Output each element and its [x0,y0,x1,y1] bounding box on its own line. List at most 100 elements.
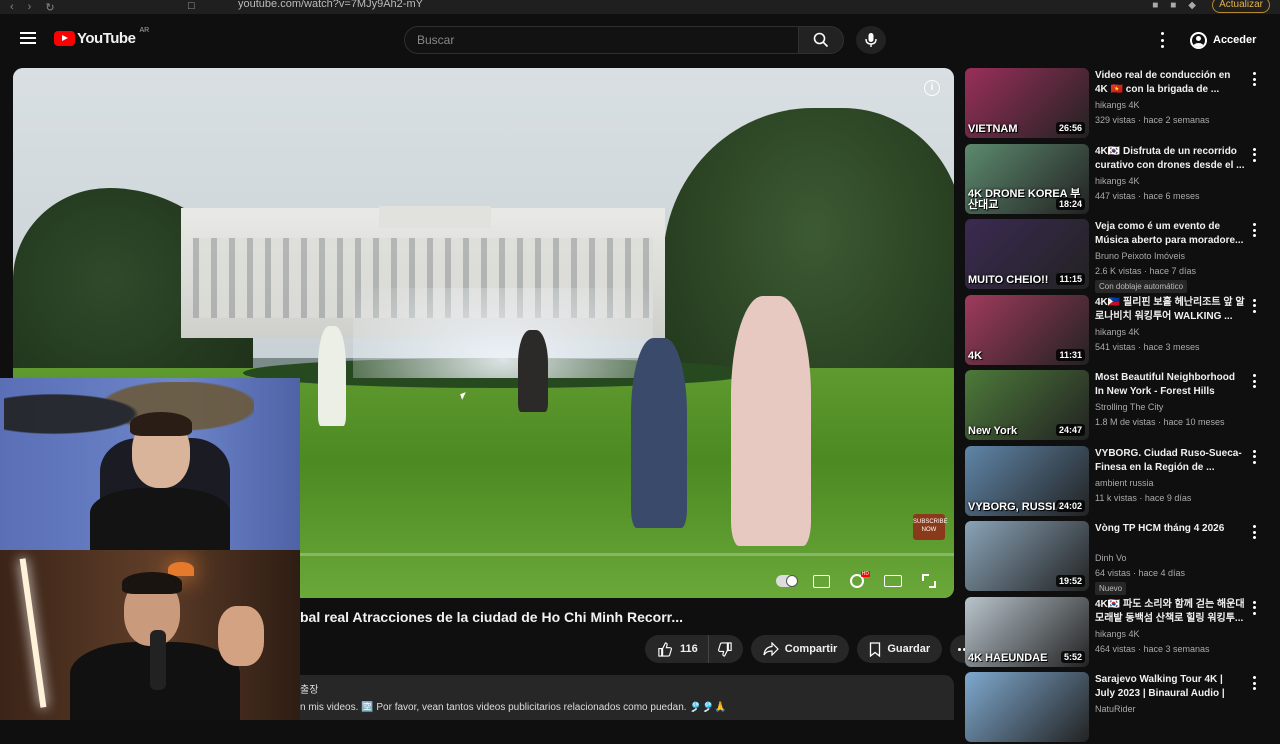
recommendation-title[interactable]: 4K🇰🇷 Disfruta de un recorrido curativo c… [1095,145,1245,173]
channel-name[interactable]: Strolling The City [1095,402,1163,412]
more-options-icon[interactable] [1252,600,1256,615]
view-meta: 329 vistas · hace 2 semanas [1095,115,1210,125]
recommendation-title[interactable]: VYBORG. Ciudad Ruso-Sueca-Finesa en la R… [1095,447,1245,475]
recommendation-item[interactable]: MUITO CHEIO!! 11:15 Veja como é um evento … [965,219,1265,293]
video-title: bal real Atracciones de la ciudad de Ho … [300,609,684,625]
channel-name[interactable]: hikangs 4K [1095,327,1140,337]
browser-extension-icons: ■ ■ ◆ [1152,0,1196,11]
subscribe-now-badge[interactable]: SUBSCRIBE NOW [913,514,948,540]
thumbs-down-icon [718,641,732,657]
view-meta: 1.8 M de vistas · hace 10 meses [1095,417,1225,427]
puzzle-icon[interactable]: ◆ [1188,0,1196,11]
thumbnail-text: VYBORG, RUSSIA [968,500,1064,513]
webcam-overlay-top [0,378,300,550]
signin-button[interactable]: Acceder [1182,26,1264,54]
recommendation-title[interactable]: 4K🇵🇭 필리핀 보홀 헤난리조트 앞 알로나비치 워킹투어 WALKING .… [1095,296,1245,324]
youtube-header: YouTube AR Buscar Acceder [0,14,1280,66]
recommendation-title[interactable]: Vòng TP HCM tháng 4 2026 [1095,522,1245,536]
address-bar[interactable]: youtube.com/watch?v=7MJy9Ah2-mY [238,0,423,10]
recommendation-item[interactable]: 19:52 Vòng TP HCM tháng 4 2026 Dinh Vo 64 v… [965,521,1265,595]
channel-name[interactable]: NatuRider [1095,704,1136,714]
signin-label: Acceder [1213,34,1257,46]
hamburger-menu-icon[interactable] [20,32,36,44]
like-button[interactable]: 116 [645,635,709,663]
channel-name[interactable]: hikangs 4K [1095,100,1140,110]
recommendation-title[interactable]: Video real de conducción en 4K 🇻🇳 con la… [1095,69,1245,97]
browser-toolbar: ‹ › ↻ □ youtube.com/watch?v=7MJy9Ah2-mY … [0,0,1280,14]
video-thumbnail[interactable]: VYBORG, RUSSIA 24:02 [965,445,1089,516]
more-options-icon[interactable] [1252,525,1256,539]
autoplay-icon [776,575,797,587]
settings-button[interactable]: HD [848,571,870,588]
recommendation-item[interactable]: 4K DRONE KOREA 부산대교 18:24 4K🇰🇷 Disfruta de… [965,143,1265,216]
extension-icon[interactable]: ■ [1152,0,1158,11]
bookmark-icon[interactable]: □ [188,0,195,12]
person-hair [122,572,182,594]
more-options-icon[interactable] [1252,449,1256,464]
update-button[interactable]: Actualizar [1212,0,1270,13]
video-thumbnail[interactable]: 19:52 [965,521,1089,591]
logo-text: YouTube [77,30,136,47]
search-button[interactable] [798,26,844,54]
more-options-icon[interactable] [1252,298,1256,313]
recommendation-item[interactable]: Sarajevo Walking Tour 4K | July 2023 | B… [965,672,1265,744]
fullscreen-button[interactable] [920,574,938,588]
youtube-play-icon [54,31,75,46]
channel-name[interactable]: hikangs 4K [1095,176,1140,186]
video-thumbnail[interactable]: VIETNAM 26:56 [965,68,1089,138]
thumbnail-text: 4K [968,349,983,362]
video-thumbnail[interactable]: 4K HAEUNDAE 5:52 [965,596,1089,667]
recommendation-title[interactable]: 4K🇰🇷 파도 소리와 함께 걷는 해운대 모래밭 동백섬 산책로 힐링 워킹투… [1095,598,1245,626]
reload-icon[interactable]: ↻ [45,1,54,14]
recommendation-item[interactable]: VIETNAM 26:56 Video real de conducción en … [965,68,1265,140]
video-thumbnail[interactable]: 4K DRONE KOREA 부산대교 18:24 [965,143,1089,214]
video-scene-palace-top [379,206,491,228]
thumbs-up-icon [658,641,672,657]
more-options-icon[interactable] [1252,676,1256,690]
more-options-icon[interactable] [1252,147,1256,162]
video-thumbnail[interactable]: 4K 11:31 [965,294,1089,365]
video-scene-person [318,326,346,426]
theater-mode-button[interactable] [884,574,902,588]
channel-name[interactable]: ambient russia [1095,478,1154,488]
settings-more-icon[interactable] [1156,32,1168,48]
browser-nav: ‹ › ↻ [10,1,55,14]
search-input[interactable]: Buscar [404,26,798,54]
autoplay-toggle[interactable] [776,574,797,588]
sidebar-icon[interactable]: ■ [1170,0,1176,11]
forward-icon[interactable]: › [28,1,32,14]
subtitles-button[interactable] [812,574,830,588]
video-thumbnail[interactable]: New York 24:47 [965,370,1089,440]
thumbnail-text: VIETNAM [968,123,1018,135]
video-scene-person [631,338,687,528]
channel-name[interactable]: Bruno Peixoto Imóveis [1095,251,1185,261]
recommendation-title[interactable]: Veja como é um evento de Música aberto p… [1095,220,1245,248]
account-icon [1190,31,1207,49]
recommendation-badge: Con doblaje automático [1095,280,1188,293]
country-code: AR [139,27,150,34]
share-button[interactable]: Compartir [750,635,850,663]
channel-name[interactable]: Dinh Vo [1095,553,1127,563]
save-button[interactable]: Guardar [857,635,943,663]
video-description[interactable]: 출장 n mis videos. 🈳 Por favor, vean tanto… [300,675,954,720]
more-options-icon[interactable] [1252,72,1256,86]
like-dislike-group: 116 [645,635,743,663]
bookmark-save-icon [870,641,881,657]
video-thumbnail[interactable] [965,672,1089,742]
recommendation-title[interactable]: Most Beautiful Neighborhood In New York … [1095,371,1245,399]
more-options-icon[interactable] [1252,223,1256,237]
more-options-icon[interactable] [1252,374,1256,388]
video-thumbnail[interactable]: MUITO CHEIO!! 11:15 [965,219,1089,289]
recommendation-item[interactable]: VYBORG, RUSSIA 24:02 VYBORG. Ciudad Ruso-S… [965,445,1265,518]
info-icon[interactable]: i [924,80,940,96]
voice-search-button[interactable] [856,26,886,54]
dislike-button[interactable] [709,635,743,663]
search-icon [813,32,829,48]
back-icon[interactable]: ‹ [10,1,14,14]
recommendation-item[interactable]: New York 24:47 Most Beautiful Neighborhood… [965,370,1265,442]
channel-name[interactable]: hikangs 4K [1095,629,1140,639]
recommendation-item[interactable]: 4K 11:31 4K🇵🇭 필리핀 보홀 헤난리조트 앞 알로나비치 워킹투어 WA… [965,294,1265,367]
recommendation-item[interactable]: 4K HAEUNDAE 5:52 4K🇰🇷 파도 소리와 함께 걷는 해운대 모래밭… [965,596,1265,669]
youtube-logo[interactable]: YouTube AR [54,27,150,47]
recommendation-title[interactable]: Sarajevo Walking Tour 4K | July 2023 | B… [1095,673,1245,701]
